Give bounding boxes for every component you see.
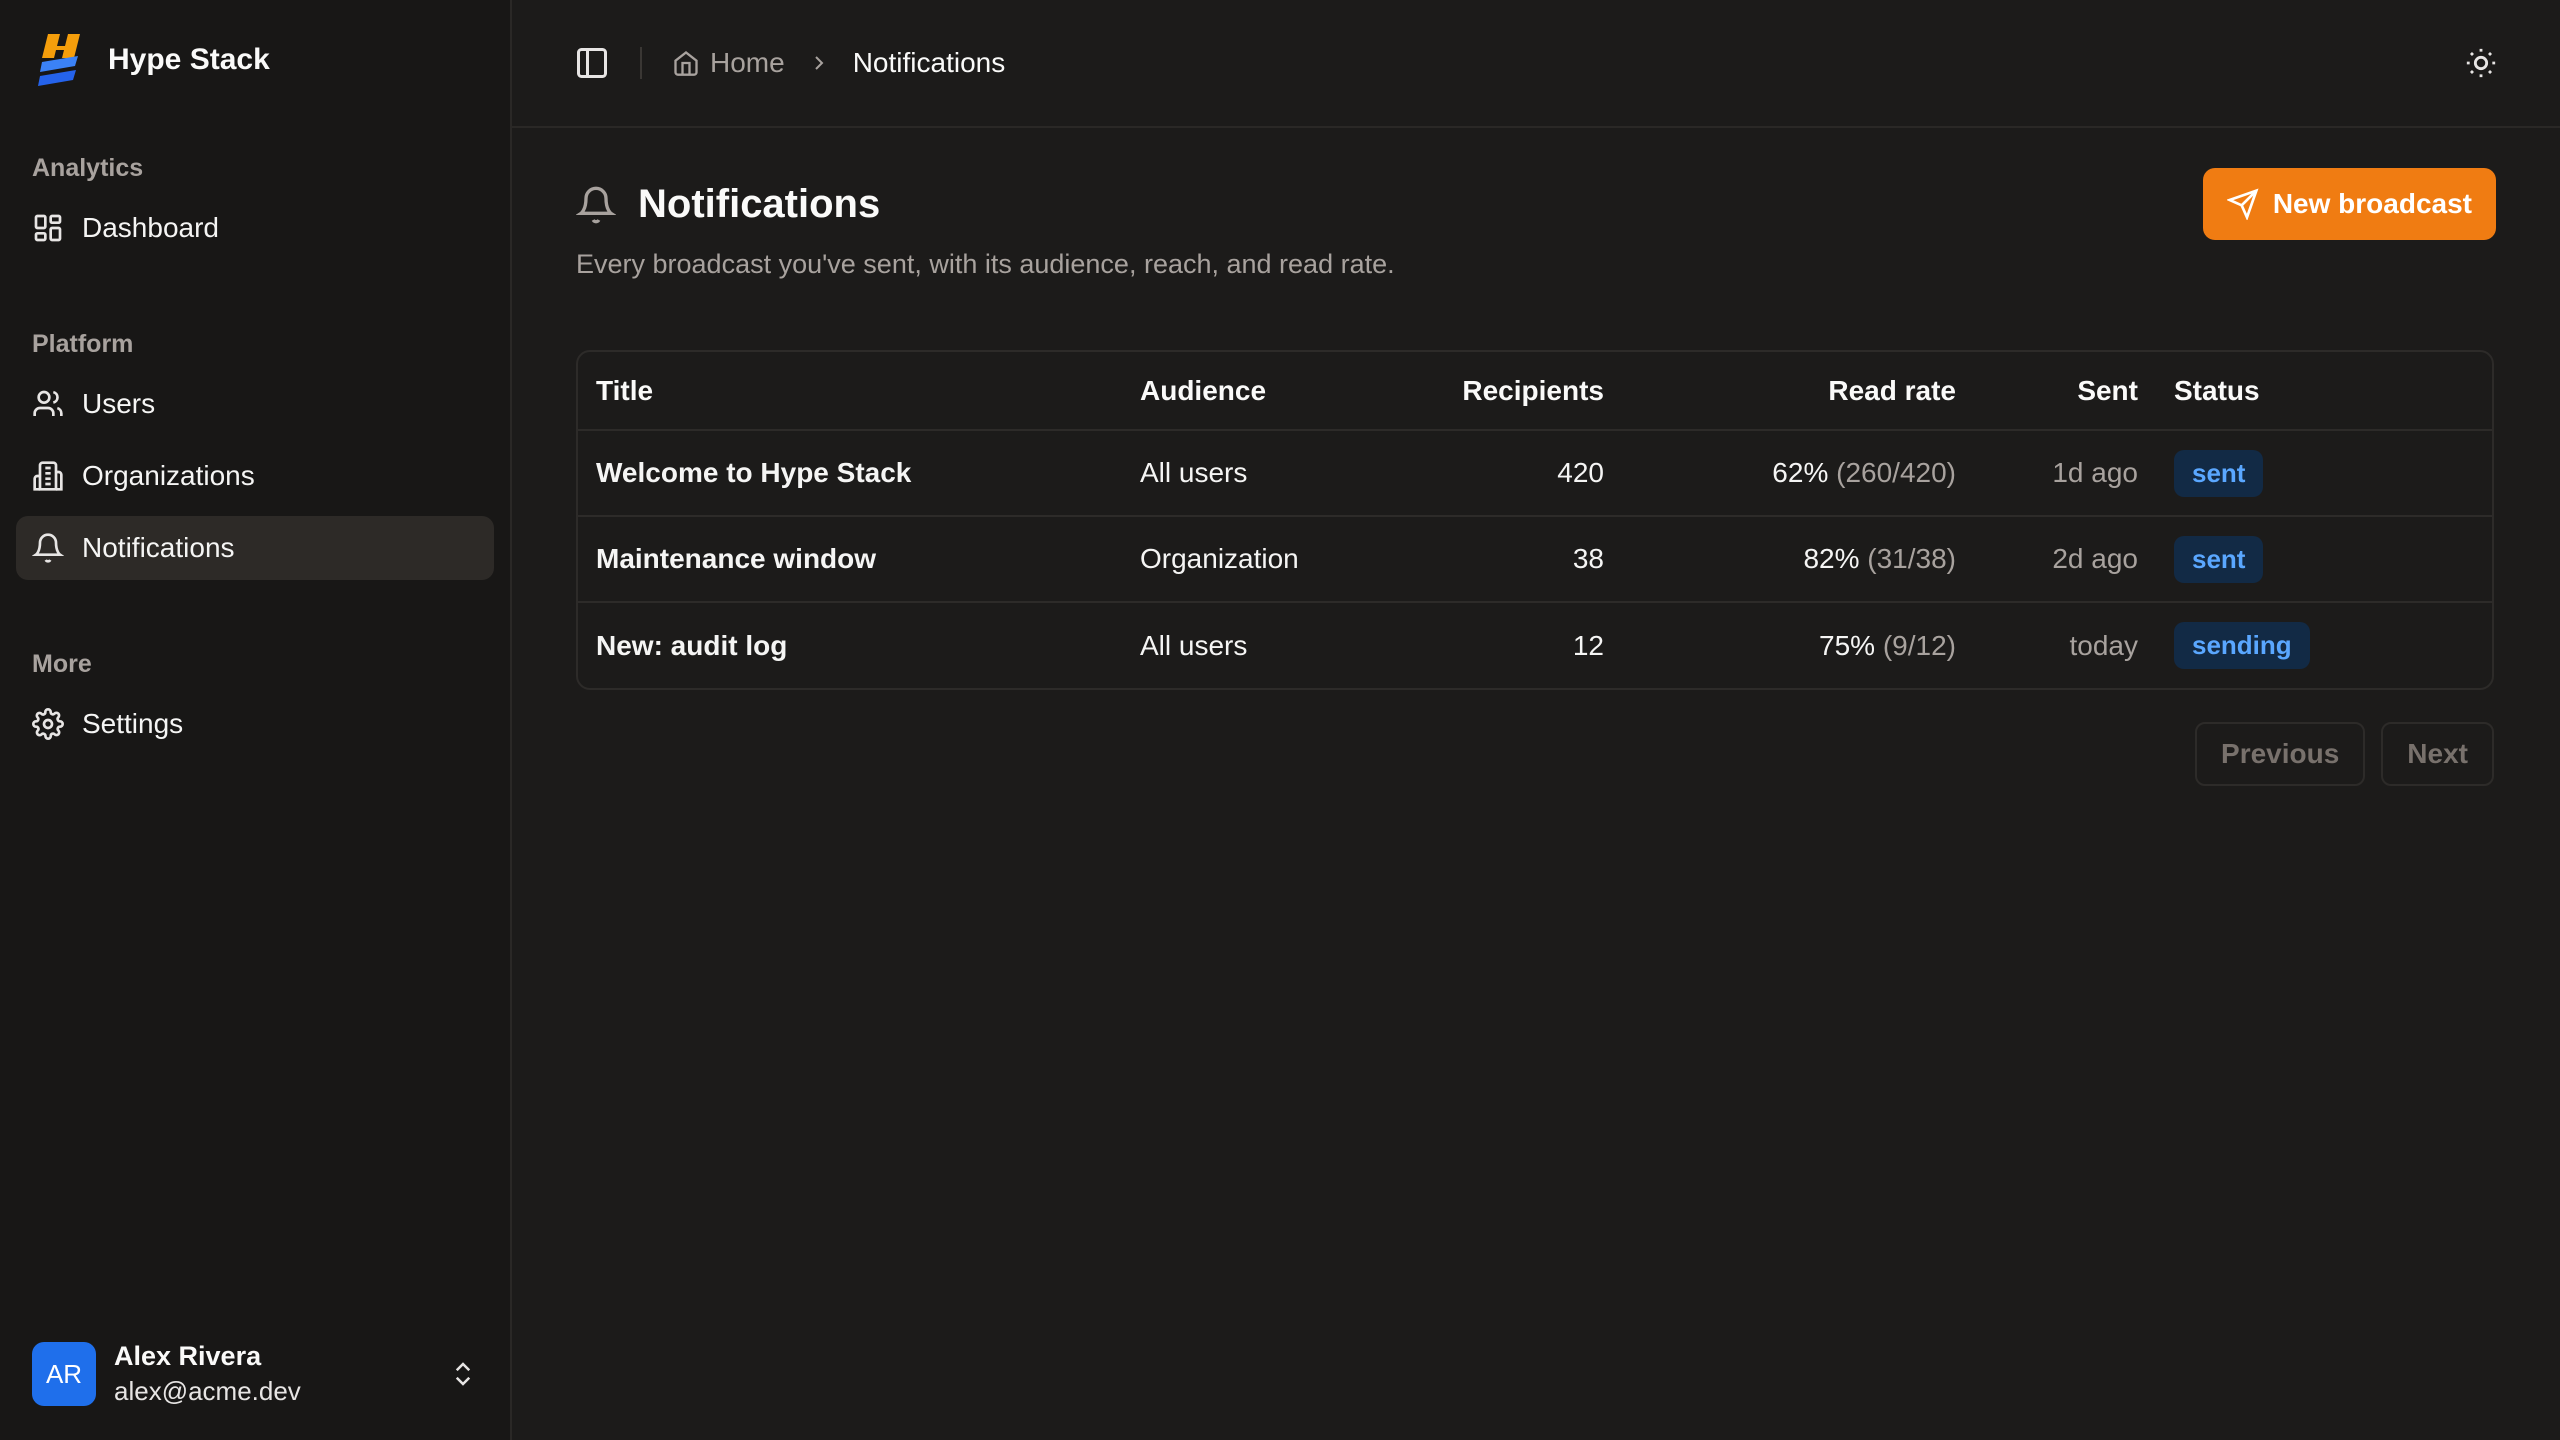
user-menu[interactable]: AR Alex Rivera alex@acme.dev xyxy=(16,1334,494,1414)
sidebar-item-settings[interactable]: Settings xyxy=(16,692,494,756)
sun-icon[interactable] xyxy=(2464,46,2498,80)
sidebar-toggle-icon[interactable] xyxy=(574,45,610,81)
chevron-right-icon xyxy=(814,56,824,70)
row-sent: 2d ago xyxy=(1974,515,2156,602)
users-icon xyxy=(33,390,63,416)
read-ratio: (9/12) xyxy=(1882,629,1956,661)
read-ratio: (260/420) xyxy=(1836,457,1956,488)
building-icon xyxy=(33,461,63,491)
sidebar: Hype Stack Analytics Dashboard Platform … xyxy=(0,0,512,1440)
divider xyxy=(640,47,642,79)
home-icon xyxy=(674,51,698,76)
brand[interactable]: Hype Stack xyxy=(16,0,494,120)
user-email: alex@acme.dev xyxy=(114,1376,301,1406)
read-ratio: (31/38) xyxy=(1867,543,1956,574)
row-recipients: 12 xyxy=(1422,601,1622,688)
row-status: sending xyxy=(2156,601,2492,688)
page-title: Notifications xyxy=(638,182,881,226)
sidebar-item-users[interactable]: Users xyxy=(16,372,494,436)
row-title: Maintenance window xyxy=(578,515,1122,602)
new-broadcast-label: New broadcast xyxy=(2272,188,2472,219)
row-recipients: 420 xyxy=(1422,429,1622,516)
new-broadcast-button[interactable]: New broadcast xyxy=(2202,168,2496,240)
avatar: AR xyxy=(32,1342,96,1406)
group-label: Analytics xyxy=(32,153,144,182)
previous-button[interactable]: Previous xyxy=(2195,722,2366,786)
table-row[interactable]: Maintenance window Organization 38 82% (… xyxy=(578,515,2492,602)
content: Notifications Every broadcast you've sen… xyxy=(512,128,2560,786)
gear-icon xyxy=(32,708,64,740)
sidebar-item-label: Users xyxy=(82,388,156,419)
notifications-table: Title Audience Recipients Read rate Sent… xyxy=(576,350,2494,690)
row-read-rate: 75% (9/12) xyxy=(1622,601,1974,688)
column-header-audience[interactable]: Audience xyxy=(1122,352,1422,430)
sidebar-item-dashboard[interactable]: Dashboard xyxy=(16,196,494,260)
sidebar-item-notifications[interactable]: Notifications xyxy=(16,516,494,580)
user-name: Alex Rivera xyxy=(114,1341,262,1371)
column-header-status[interactable]: Status xyxy=(2156,352,2492,430)
row-recipients: 38 xyxy=(1422,515,1622,602)
page-subtitle: Every broadcast you've sent, with its au… xyxy=(576,249,1395,279)
main: Home Notifications Notifications Every b… xyxy=(512,0,2560,1440)
nav-group-analytics: Analytics Dashboard xyxy=(16,140,494,268)
breadcrumb-current: Notifications xyxy=(852,47,1006,78)
table-row[interactable]: Welcome to Hype Stack All users 420 62% … xyxy=(578,429,2492,516)
column-header-read-rate[interactable]: Read rate xyxy=(1622,352,1974,430)
bell-icon xyxy=(576,186,616,223)
read-pct: 82% xyxy=(1803,543,1860,574)
column-header-title[interactable]: Title xyxy=(578,352,1122,430)
hype-stack-logo xyxy=(38,34,80,86)
status-badge: sent xyxy=(2174,449,2264,497)
column-header-recipients[interactable]: Recipients xyxy=(1422,352,1622,430)
topbar: Home Notifications xyxy=(512,0,2560,128)
row-title: Welcome to Hype Stack xyxy=(578,429,1122,516)
row-audience: All users xyxy=(1122,601,1422,688)
sidebar-item-label: Settings xyxy=(82,708,184,739)
row-audience: Organization xyxy=(1122,515,1422,602)
read-pct: 62% xyxy=(1772,457,1829,488)
next-button[interactable]: Next xyxy=(2381,722,2494,786)
row-read-rate: 62% (260/420) xyxy=(1622,429,1974,516)
row-status: sent xyxy=(2156,515,2492,602)
breadcrumb-home-label: Home xyxy=(710,47,785,78)
table-row[interactable]: New: audit log All users 12 75% (9/12) t… xyxy=(578,601,2492,688)
status-badge: sending xyxy=(2174,622,2310,669)
send-icon xyxy=(2226,188,2259,220)
row-audience: All users xyxy=(1122,429,1422,516)
status-badge: sent xyxy=(2174,535,2264,583)
row-read-rate: 82% (31/38) xyxy=(1622,515,1974,602)
dashboard-icon xyxy=(34,214,62,242)
group-label: More xyxy=(32,649,92,678)
group-label: Platform xyxy=(32,329,134,358)
table-header-row: Title Audience Recipients Read rate Sent… xyxy=(578,352,2492,430)
nav-group-platform: Platform Users Organizations Notificatio… xyxy=(16,316,494,588)
row-sent: today xyxy=(1974,601,2156,688)
bell-icon xyxy=(32,533,64,563)
pagination: Previous Next xyxy=(576,722,2494,786)
row-status: sent xyxy=(2156,429,2492,516)
nav-group-more: More Settings xyxy=(16,636,494,764)
column-header-sent[interactable]: Sent xyxy=(1974,352,2156,430)
row-title: New: audit log xyxy=(578,601,1122,688)
sidebar-item-label: Organizations xyxy=(82,460,255,491)
chevrons-up-down-icon xyxy=(455,1362,471,1386)
sidebar-item-label: Dashboard xyxy=(82,212,219,243)
brand-name: Hype Stack xyxy=(108,43,270,76)
read-pct: 75% xyxy=(1819,629,1876,661)
breadcrumb-home[interactable]: Home xyxy=(672,47,785,79)
sidebar-item-organizations[interactable]: Organizations xyxy=(16,444,494,508)
row-sent: 1d ago xyxy=(1974,429,2156,516)
sidebar-item-label: Notifications xyxy=(82,532,235,563)
